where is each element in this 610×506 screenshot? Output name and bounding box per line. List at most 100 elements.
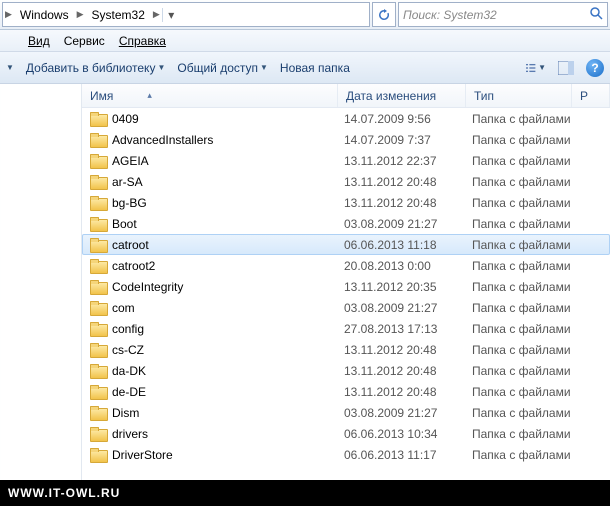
file-date: 13.11.2012 20:48 [344,175,472,189]
folder-icon [90,280,106,294]
table-row[interactable]: AdvancedInstallers14.07.2009 7:37Папка с… [82,129,610,150]
file-name: catroot2 [112,259,344,273]
chevron-right-icon: ▶ [151,9,162,20]
file-date: 14.07.2009 7:37 [344,133,472,147]
table-row[interactable]: de-DE13.11.2012 20:48Папка с файлами [82,381,610,402]
breadcrumb-system32[interactable]: System32 [86,8,151,22]
breadcrumb-windows[interactable]: Windows [14,8,75,22]
file-type: Папка с файлами [472,364,592,378]
folder-icon [90,259,106,273]
file-name: Boot [112,217,344,231]
share-button[interactable]: Общий доступ ▼ [177,61,268,75]
file-date: 27.08.2013 17:13 [344,322,472,336]
file-name: bg-BG [112,196,344,210]
search-input[interactable]: Поиск: System32 [398,2,608,27]
column-type[interactable]: Тип [466,84,572,107]
file-date: 03.08.2009 21:27 [344,301,472,315]
sort-asc-icon: ▴ [147,90,152,101]
column-headers: Имя▴ Дата изменения Тип Р [82,84,610,108]
organize-dropdown[interactable]: ▼ [6,63,14,72]
file-date: 13.11.2012 20:48 [344,364,472,378]
table-row[interactable]: ar-SA13.11.2012 20:48Папка с файлами [82,171,610,192]
menu-service[interactable]: Сервис [64,34,105,48]
table-row[interactable]: catroot220.08.2013 0:00Папка с файлами [82,255,610,276]
table-row[interactable]: catroot06.06.2013 11:18Папка с файлами [82,234,610,255]
menubar: Вид Сервис Справка [0,30,610,52]
new-folder-button[interactable]: Новая папка [280,61,350,75]
file-date: 06.06.2013 10:34 [344,427,472,441]
search-icon [589,6,603,23]
file-type: Папка с файлами [472,175,592,189]
file-name: ar-SA [112,175,344,189]
toolbar: ▼ Добавить в библиотеку ▼ Общий доступ ▼… [0,52,610,84]
pane-icon [558,61,574,75]
table-row[interactable]: AGEIA13.11.2012 22:37Папка с файлами [82,150,610,171]
folder-icon [90,385,106,399]
table-row[interactable]: 040914.07.2009 9:56Папка с файлами [82,108,610,129]
file-list-area: Имя▴ Дата изменения Тип Р 040914.07.2009… [82,84,610,484]
menu-help[interactable]: Справка [119,34,166,48]
folder-icon [90,196,106,210]
table-row[interactable]: DriverStore06.06.2013 11:17Папка с файла… [82,444,610,465]
file-type: Папка с файлами [472,196,592,210]
file-name: drivers [112,427,344,441]
file-type: Папка с файлами [472,448,592,462]
watermark: WWW.IT-OWL.RU [0,480,610,506]
file-name: Dism [112,406,344,420]
table-row[interactable]: drivers06.06.2013 10:34Папка с файлами [82,423,610,444]
folder-icon [90,343,106,357]
chevron-right-icon: ▶ [75,9,86,20]
breadcrumb-dropdown[interactable]: ▾ [162,8,180,22]
folder-icon [90,301,106,315]
column-name[interactable]: Имя▴ [82,84,338,107]
folder-icon [90,217,106,231]
file-type: Папка с файлами [472,238,592,252]
table-row[interactable]: da-DK13.11.2012 20:48Папка с файлами [82,360,610,381]
file-date: 13.11.2012 20:48 [344,196,472,210]
folder-icon [90,364,106,378]
refresh-icon [377,8,391,22]
file-date: 03.08.2009 21:27 [344,406,472,420]
table-row[interactable]: com03.08.2009 21:27Папка с файлами [82,297,610,318]
preview-pane-button[interactable] [556,58,576,78]
folder-icon [90,322,106,336]
file-date: 13.11.2012 20:48 [344,343,472,357]
file-date: 14.07.2009 9:56 [344,112,472,126]
table-row[interactable]: Boot03.08.2009 21:27Папка с файлами [82,213,610,234]
table-row[interactable]: Dism03.08.2009 21:27Папка с файлами [82,402,610,423]
file-name: AdvancedInstallers [112,133,344,147]
file-date: 13.11.2012 20:35 [344,280,472,294]
folder-icon [90,175,106,189]
table-row[interactable]: bg-BG13.11.2012 20:48Папка с файлами [82,192,610,213]
menu-view[interactable]: Вид [28,34,50,48]
add-to-library-button[interactable]: Добавить в библиотеку ▼ [26,61,165,75]
column-size[interactable]: Р [572,84,610,107]
search-placeholder: Поиск: System32 [403,8,497,22]
folder-icon [90,112,106,126]
file-name: AGEIA [112,154,344,168]
column-date[interactable]: Дата изменения [338,84,466,107]
navigation-pane[interactable] [0,84,82,484]
breadcrumb[interactable]: ▶ Windows ▶ System32 ▶ ▾ [2,2,370,27]
file-name: config [112,322,344,336]
table-row[interactable]: CodeIntegrity13.11.2012 20:35Папка с фай… [82,276,610,297]
file-date: 06.06.2013 11:18 [344,238,472,252]
folder-icon [90,448,106,462]
file-type: Папка с файлами [472,133,592,147]
table-row[interactable]: config27.08.2013 17:13Папка с файлами [82,318,610,339]
folder-icon [90,154,106,168]
file-type: Папка с файлами [472,322,592,336]
list-icon [526,61,538,75]
file-name: com [112,301,344,315]
refresh-button[interactable] [372,2,396,27]
file-type: Папка с файлами [472,259,592,273]
folder-icon [90,133,106,147]
table-row[interactable]: cs-CZ13.11.2012 20:48Папка с файлами [82,339,610,360]
folder-icon [90,406,106,420]
file-date: 06.06.2013 11:17 [344,448,472,462]
file-date: 20.08.2013 0:00 [344,259,472,273]
folder-icon [90,238,106,252]
help-button[interactable]: ? [586,59,604,77]
view-mode-button[interactable]: ▼ [526,58,546,78]
file-name: cs-CZ [112,343,344,357]
